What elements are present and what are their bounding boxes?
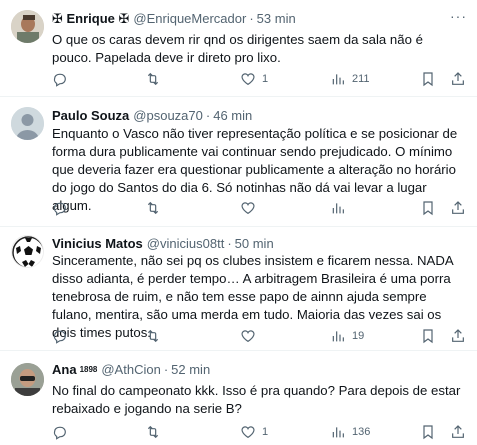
reply-icon bbox=[53, 202, 66, 216]
tweet-text: O que os caras devem rir qnd os dirigent… bbox=[52, 32, 423, 65]
more-options-icon[interactable]: ··· bbox=[450, 8, 467, 24]
retweet-button[interactable] bbox=[145, 423, 161, 441]
like-button[interactable] bbox=[240, 199, 256, 217]
bookmark-icon bbox=[423, 201, 433, 216]
heart-icon bbox=[241, 202, 255, 215]
timestamp[interactable]: 50 min bbox=[235, 235, 274, 253]
retweet-icon bbox=[147, 201, 159, 215]
share-icon bbox=[452, 329, 464, 342]
separator-dot: · bbox=[249, 11, 254, 26]
views-bars-icon bbox=[332, 427, 344, 438]
avatar[interactable] bbox=[11, 10, 44, 43]
reply-button[interactable] bbox=[52, 423, 68, 441]
author-name[interactable]: ✠ Enrique ✠ bbox=[52, 10, 129, 28]
bookmark-icon bbox=[423, 425, 433, 440]
share-icon bbox=[452, 72, 464, 85]
bookmark-icon bbox=[423, 72, 433, 87]
bookmark-icon bbox=[423, 329, 433, 344]
like-count: 1 bbox=[262, 426, 269, 438]
bookmark-button[interactable] bbox=[420, 199, 436, 217]
tweet[interactable]: Vinicius Matos @vinicius08tt · 50 min Si… bbox=[0, 227, 477, 351]
views-button[interactable]: 136 bbox=[330, 423, 370, 441]
reply-button[interactable] bbox=[52, 199, 68, 217]
timestamp[interactable]: 46 min bbox=[213, 107, 252, 125]
bookmark-button[interactable] bbox=[420, 423, 436, 441]
heart-icon bbox=[241, 426, 255, 439]
heart-icon bbox=[241, 330, 255, 343]
action-bar bbox=[40, 199, 470, 217]
share-button[interactable] bbox=[450, 327, 466, 345]
share-button[interactable] bbox=[450, 199, 466, 217]
separator-dot: · bbox=[227, 236, 232, 251]
timestamp[interactable]: 53 min bbox=[257, 10, 296, 28]
tweet[interactable]: Ana 1898 @AthCion · 52 min No final do c… bbox=[0, 351, 477, 445]
bookmark-button[interactable] bbox=[420, 70, 436, 88]
author-name[interactable]: Ana bbox=[52, 361, 77, 379]
heart-icon bbox=[241, 73, 255, 86]
retweet-icon bbox=[147, 72, 159, 86]
view-count: 136 bbox=[352, 426, 371, 438]
separator-dot: · bbox=[205, 108, 211, 123]
tweet-text: No final do campeonato kkk. Isso é pra q… bbox=[52, 383, 461, 416]
views-bars-icon bbox=[332, 74, 344, 85]
action-bar: 1 136 bbox=[40, 423, 470, 441]
share-icon bbox=[452, 201, 464, 214]
views-button[interactable] bbox=[330, 199, 346, 217]
timestamp[interactable]: 52 min bbox=[171, 361, 210, 379]
views-bars-icon bbox=[332, 331, 344, 342]
separator-dot: · bbox=[163, 362, 169, 377]
like-button[interactable] bbox=[240, 327, 256, 345]
bookmark-button[interactable] bbox=[420, 327, 436, 345]
avatar[interactable] bbox=[11, 235, 44, 268]
author-name[interactable]: Vinicius Matos bbox=[52, 235, 143, 253]
retweet-button[interactable] bbox=[145, 70, 161, 88]
reply-button[interactable] bbox=[52, 70, 68, 88]
views-button[interactable]: 211 bbox=[330, 70, 370, 88]
photo-avatar-icon bbox=[11, 10, 44, 43]
author-name-suffix: 1898 bbox=[79, 365, 98, 374]
soccer-ball-avatar-icon bbox=[12, 236, 43, 267]
author-handle[interactable]: @EnriqueMercador bbox=[133, 10, 246, 28]
view-count: 211 bbox=[352, 73, 370, 85]
reply-icon bbox=[53, 73, 66, 87]
default-person-avatar-icon bbox=[11, 107, 44, 140]
share-button[interactable] bbox=[450, 70, 466, 88]
action-bar: 1 211 bbox=[40, 70, 470, 88]
reply-icon bbox=[53, 426, 66, 440]
author-handle[interactable]: @AthCion bbox=[101, 361, 160, 379]
share-button[interactable] bbox=[450, 423, 466, 441]
view-count: 19 bbox=[352, 330, 365, 342]
retweet-icon bbox=[147, 425, 159, 439]
like-button[interactable]: 1 bbox=[240, 423, 268, 441]
author-handle[interactable]: @psouza70 bbox=[133, 107, 203, 125]
like-count: 1 bbox=[262, 73, 269, 85]
avatar[interactable] bbox=[11, 363, 44, 396]
reply-icon bbox=[53, 330, 66, 344]
photo-avatar-icon bbox=[11, 363, 44, 396]
views-button[interactable]: 19 bbox=[330, 327, 364, 345]
tweet[interactable]: ✠ Enrique ✠ @EnriqueMercador · 53 min ··… bbox=[0, 0, 477, 97]
share-icon bbox=[452, 425, 464, 438]
views-bars-icon bbox=[332, 203, 344, 214]
like-button[interactable]: 1 bbox=[240, 70, 268, 88]
author-name[interactable]: Paulo Souza bbox=[52, 107, 129, 125]
retweet-icon bbox=[147, 329, 159, 343]
action-bar: 19 bbox=[40, 327, 470, 345]
avatar[interactable] bbox=[11, 107, 44, 140]
retweet-button[interactable] bbox=[145, 199, 161, 217]
retweet-button[interactable] bbox=[145, 327, 161, 345]
reply-button[interactable] bbox=[52, 327, 68, 345]
tweet[interactable]: Paulo Souza @psouza70 · 46 min Enquanto … bbox=[0, 97, 477, 227]
author-handle[interactable]: @vinicius08tt bbox=[147, 235, 225, 253]
